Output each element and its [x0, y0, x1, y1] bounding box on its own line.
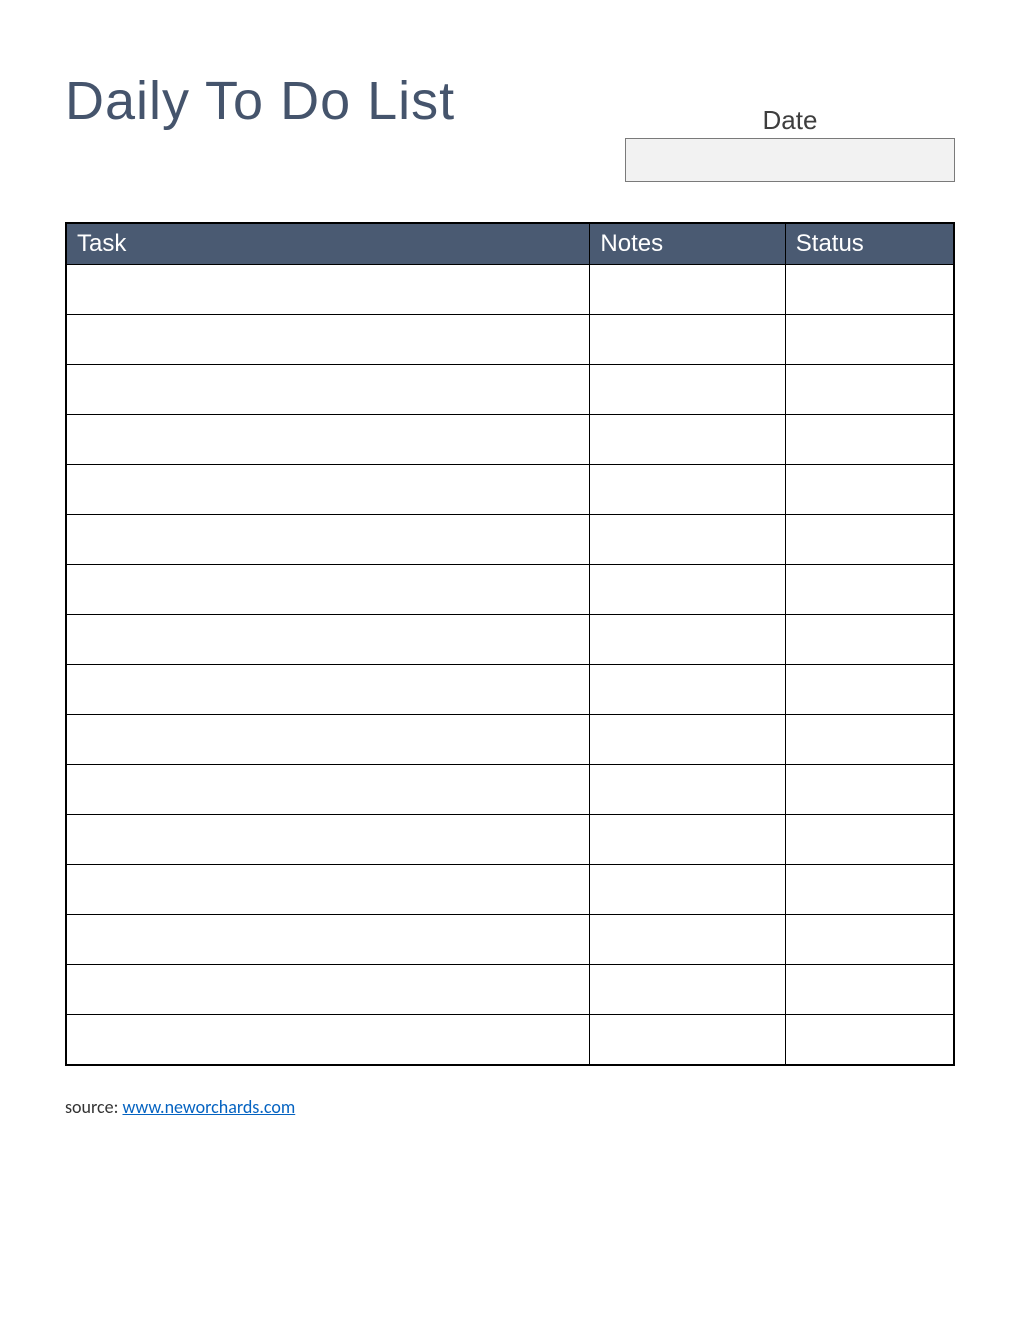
- cell-status[interactable]: [785, 315, 954, 365]
- todo-table: Task Notes Status: [65, 222, 955, 1066]
- cell-status[interactable]: [785, 565, 954, 615]
- cell-notes[interactable]: [590, 365, 785, 415]
- cell-status[interactable]: [785, 465, 954, 515]
- cell-notes[interactable]: [590, 465, 785, 515]
- cell-task[interactable]: [66, 515, 590, 565]
- cell-notes[interactable]: [590, 915, 785, 965]
- table-row: [66, 615, 954, 665]
- cell-task[interactable]: [66, 665, 590, 715]
- cell-task[interactable]: [66, 615, 590, 665]
- cell-status[interactable]: [785, 415, 954, 465]
- col-notes: Notes: [590, 223, 785, 265]
- table-row: [66, 465, 954, 515]
- table-row: [66, 1015, 954, 1065]
- cell-notes[interactable]: [590, 965, 785, 1015]
- table-row: [66, 765, 954, 815]
- table-row: [66, 865, 954, 915]
- header-area: Daily To Do List Date: [65, 70, 955, 182]
- table-row: [66, 365, 954, 415]
- cell-status[interactable]: [785, 765, 954, 815]
- cell-notes[interactable]: [590, 815, 785, 865]
- cell-status[interactable]: [785, 665, 954, 715]
- cell-task[interactable]: [66, 965, 590, 1015]
- page-title: Daily To Do List: [65, 70, 455, 132]
- table-row: [66, 515, 954, 565]
- cell-notes[interactable]: [590, 415, 785, 465]
- cell-notes[interactable]: [590, 865, 785, 915]
- cell-task[interactable]: [66, 415, 590, 465]
- col-status: Status: [785, 223, 954, 265]
- cell-status[interactable]: [785, 615, 954, 665]
- cell-status[interactable]: [785, 965, 954, 1015]
- cell-status[interactable]: [785, 865, 954, 915]
- cell-notes[interactable]: [590, 315, 785, 365]
- table-row: [66, 915, 954, 965]
- cell-task[interactable]: [66, 365, 590, 415]
- table-row: [66, 265, 954, 315]
- cell-notes[interactable]: [590, 615, 785, 665]
- source-link[interactable]: www.neworchards.com: [122, 1096, 295, 1118]
- table-row: [66, 715, 954, 765]
- cell-task[interactable]: [66, 715, 590, 765]
- source-line: source: www.neworchards.com: [65, 1096, 955, 1118]
- cell-task[interactable]: [66, 465, 590, 515]
- cell-status[interactable]: [785, 815, 954, 865]
- source-prefix: source:: [65, 1096, 122, 1118]
- table-row: [66, 665, 954, 715]
- cell-task[interactable]: [66, 865, 590, 915]
- cell-notes[interactable]: [590, 715, 785, 765]
- cell-notes[interactable]: [590, 765, 785, 815]
- table-row: [66, 565, 954, 615]
- cell-notes[interactable]: [590, 1015, 785, 1065]
- table-row: [66, 415, 954, 465]
- page-container: Daily To Do List Date Task Notes Status: [0, 0, 1020, 1118]
- table-row: [66, 965, 954, 1015]
- cell-status[interactable]: [785, 715, 954, 765]
- cell-status[interactable]: [785, 915, 954, 965]
- cell-task[interactable]: [66, 315, 590, 365]
- date-label: Date: [625, 105, 955, 136]
- table-row: [66, 315, 954, 365]
- cell-status[interactable]: [785, 365, 954, 415]
- cell-status[interactable]: [785, 515, 954, 565]
- cell-notes[interactable]: [590, 665, 785, 715]
- cell-status[interactable]: [785, 1015, 954, 1065]
- cell-task[interactable]: [66, 265, 590, 315]
- col-task: Task: [66, 223, 590, 265]
- cell-task[interactable]: [66, 915, 590, 965]
- table-body: [66, 265, 954, 1065]
- cell-notes[interactable]: [590, 565, 785, 615]
- cell-task[interactable]: [66, 565, 590, 615]
- cell-notes[interactable]: [590, 515, 785, 565]
- cell-task[interactable]: [66, 1015, 590, 1065]
- date-block: Date: [625, 105, 955, 182]
- cell-task[interactable]: [66, 765, 590, 815]
- table-row: [66, 815, 954, 865]
- cell-status[interactable]: [785, 265, 954, 315]
- cell-notes[interactable]: [590, 265, 785, 315]
- date-input[interactable]: [625, 138, 955, 182]
- table-header-row: Task Notes Status: [66, 223, 954, 265]
- cell-task[interactable]: [66, 815, 590, 865]
